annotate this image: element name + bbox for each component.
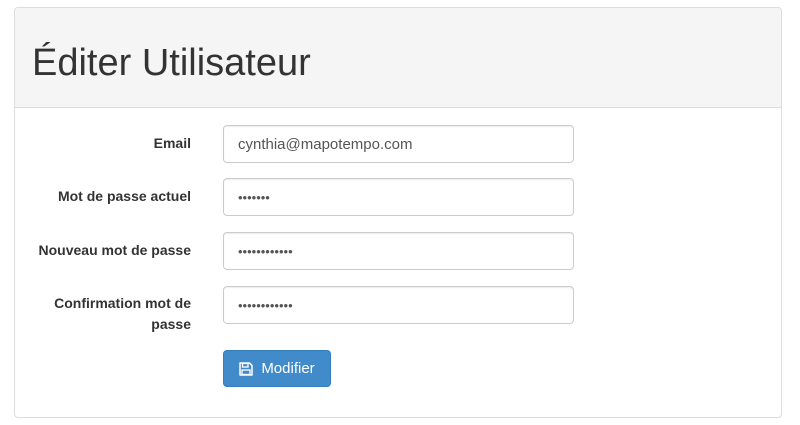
panel-heading: Éditer Utilisateur [15, 8, 781, 108]
current-password-label: Mot de passe actuel [57, 188, 191, 204]
new-password-row: Nouveau mot de passe [15, 232, 781, 270]
modify-button[interactable]: Modifier [223, 350, 331, 387]
modify-button-label: Modifier [261, 360, 315, 377]
new-password-label: Nouveau mot de passe [38, 242, 192, 258]
password-confirmation-field[interactable] [223, 286, 574, 324]
password-confirmation-row: Confirmation mot de passe [15, 286, 781, 332]
current-password-field[interactable] [223, 178, 574, 216]
edit-user-panel: Éditer Utilisateur Email Mot de passe ac… [14, 7, 782, 418]
email-field[interactable] [223, 125, 574, 163]
new-password-field[interactable] [223, 232, 574, 270]
email-row: Email [15, 125, 781, 163]
save-icon [239, 361, 254, 376]
email-label: Email [153, 135, 191, 151]
password-confirmation-label: Confirmation mot de passe [54, 295, 191, 332]
page-title: Éditer Utilisateur [32, 42, 311, 84]
current-password-row: Mot de passe actuel [15, 178, 781, 216]
